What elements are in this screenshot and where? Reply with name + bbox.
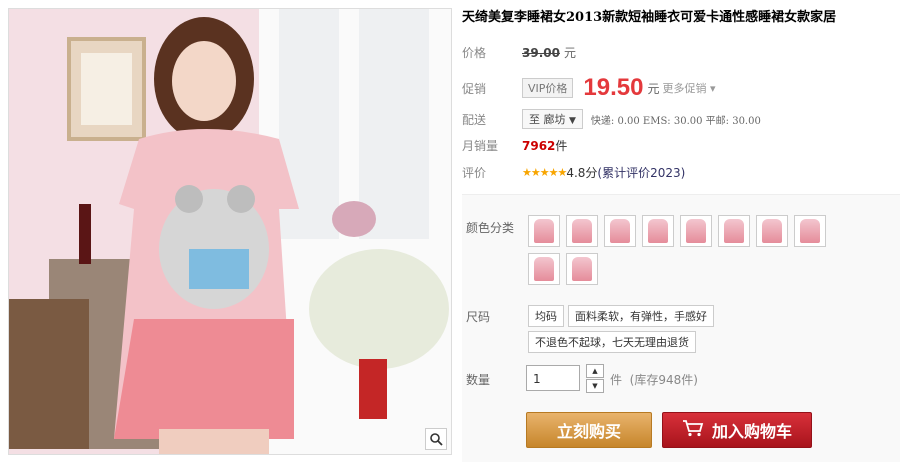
rating-score: 4.8分 [566, 166, 598, 180]
original-price: 39.00 [522, 45, 560, 60]
promo-row: 促销 VIP价格 19.50 元 更多促销 ▾ [462, 74, 716, 102]
product-photo-illustration [9, 9, 451, 454]
reviews-link[interactable]: (累计评价2023) [597, 164, 685, 181]
rating-row: 评价 ★★★★★ 4.8分 (累计评价2023) [462, 164, 685, 181]
size-option[interactable]: 不退色不起球，七天无理由退货 [528, 331, 696, 353]
quantity-decrement-button[interactable]: ▼ [586, 379, 604, 393]
options-panel: 颜色分类 尺码 均码 面料柔软，有弹性，手感好 不退色不起球，七天无理由退货 数… [462, 194, 900, 462]
promo-label: 促销 [462, 81, 487, 96]
price-unit: 元 [563, 46, 576, 60]
shopping-cart-icon [682, 419, 704, 441]
sales-count: 7962 [522, 138, 556, 153]
shipping-label: 配送 [462, 112, 487, 127]
product-title: 天绮美复李睡裙女2013新款短袖睡衣可爱卡通性感睡裙女款家居 [462, 10, 837, 25]
color-swatch[interactable] [604, 215, 636, 247]
promo-unit: 元 [647, 81, 660, 96]
size-option[interactable]: 面料柔软，有弹性，手感好 [568, 305, 714, 327]
color-swatch[interactable] [528, 253, 560, 285]
product-image[interactable] [8, 8, 452, 455]
sales-row: 月销量 7962 件 [462, 137, 567, 154]
sales-label: 月销量 [462, 139, 499, 153]
color-swatch[interactable] [566, 253, 598, 285]
stock-info: 件 (库存948件) [610, 371, 698, 388]
rating-label: 评价 [462, 166, 487, 180]
more-promotions-label: 更多促销 [662, 82, 707, 95]
rating-stars: ★★★★★ [522, 166, 567, 179]
sales-unit: 件 [555, 139, 568, 153]
shipping-destination-select[interactable]: 至 廊坊 ▼ [522, 109, 583, 129]
color-swatch[interactable] [566, 215, 598, 247]
size-label: 尺码 [466, 310, 491, 324]
quantity-increment-button[interactable]: ▲ [586, 364, 604, 378]
quantity-label: 数量 [466, 373, 491, 387]
color-swatch[interactable] [794, 215, 826, 247]
vip-price-tag: VIP价格 [522, 78, 574, 98]
buy-now-label: 立刻购买 [556, 422, 621, 441]
more-promotions-link[interactable]: 更多促销 ▾ [662, 80, 715, 96]
product-detail-panel: 天绮美复李睡裙女2013新款短袖睡衣可爱卡通性感睡裙女款家居 价格 39.00 … [462, 8, 900, 462]
zoom-icon[interactable] [425, 428, 447, 450]
promo-price: 19.50 [583, 74, 644, 101]
color-label: 颜色分类 [466, 221, 515, 235]
color-swatch[interactable] [756, 215, 788, 247]
price-label: 价格 [462, 46, 487, 60]
chevron-down-icon: ▼ [569, 116, 576, 126]
chevron-down-icon: ▾ [709, 82, 716, 95]
shipping-fees: 快递: 0.00 EMS: 30.00 平邮: 30.00 [590, 115, 761, 127]
color-swatch[interactable] [718, 215, 750, 247]
add-to-cart-label: 加入购物车 [711, 422, 792, 441]
size-option[interactable]: 均码 [528, 305, 564, 327]
quantity-input[interactable]: 1 [526, 365, 580, 391]
buy-now-button[interactable]: 立刻购买 [526, 412, 652, 448]
stock-count: (库存948件) [629, 373, 698, 387]
quantity-unit: 件 [610, 373, 623, 387]
color-swatch[interactable] [642, 215, 674, 247]
shipping-destination: 至 廊坊 [529, 113, 566, 126]
price-row: 价格 39.00 元 [462, 44, 576, 61]
shipping-row: 配送 至 廊坊 ▼ 快递: 0.00 EMS: 30.00 平邮: 30.00 [462, 109, 761, 129]
add-to-cart-button[interactable]: 加入购物车 [662, 412, 812, 448]
color-swatch[interactable] [528, 215, 560, 247]
color-swatch[interactable] [680, 215, 712, 247]
